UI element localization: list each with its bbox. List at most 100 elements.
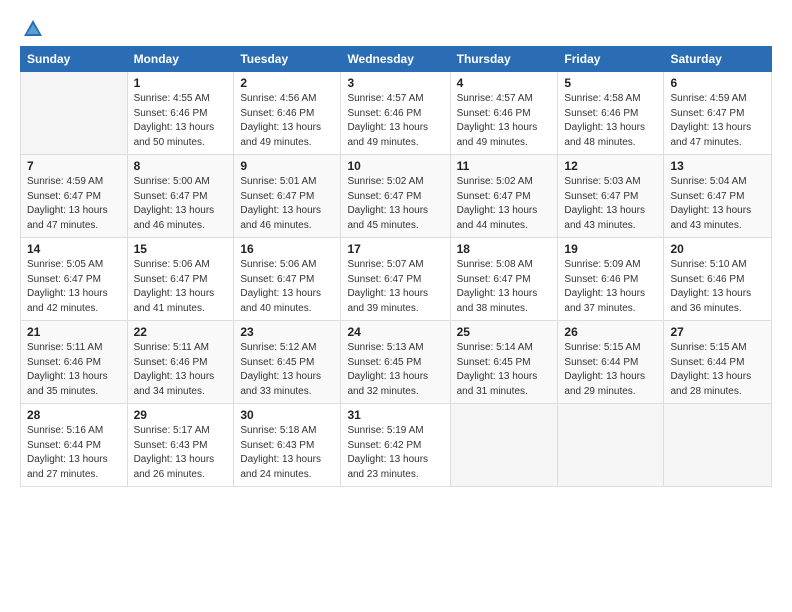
week-row-1: 1 Sunrise: 4:55 AM Sunset: 6:46 PM Daylig… bbox=[21, 72, 772, 155]
day-number: 5 bbox=[564, 76, 657, 90]
day-number: 22 bbox=[134, 325, 228, 339]
col-header-sunday: Sunday bbox=[21, 47, 128, 72]
day-info: Sunrise: 4:56 AM Sunset: 6:46 PM Dayligh… bbox=[240, 92, 334, 150]
week-row-3: 14 Sunrise: 5:05 AM Sunset: 6:47 PM Dayli… bbox=[21, 238, 772, 321]
calendar-cell: 1 Sunrise: 4:55 AM Sunset: 6:46 PM Daylig… bbox=[127, 72, 234, 155]
day-number: 21 bbox=[27, 325, 121, 339]
day-number: 23 bbox=[240, 325, 334, 339]
day-info: Sunrise: 4:58 AM Sunset: 6:46 PM Dayligh… bbox=[564, 92, 657, 150]
day-info: Sunrise: 5:18 AM Sunset: 6:43 PM Dayligh… bbox=[240, 424, 334, 482]
day-number: 30 bbox=[240, 408, 334, 422]
calendar-cell: 9 Sunrise: 5:01 AM Sunset: 6:47 PM Daylig… bbox=[234, 155, 341, 238]
week-row-4: 21 Sunrise: 5:11 AM Sunset: 6:46 PM Dayli… bbox=[21, 321, 772, 404]
day-info: Sunrise: 5:00 AM Sunset: 6:47 PM Dayligh… bbox=[134, 175, 228, 233]
day-info: Sunrise: 4:57 AM Sunset: 6:46 PM Dayligh… bbox=[347, 92, 443, 150]
day-info: Sunrise: 4:59 AM Sunset: 6:47 PM Dayligh… bbox=[27, 175, 121, 233]
calendar-cell bbox=[450, 404, 558, 487]
calendar-cell: 30 Sunrise: 5:18 AM Sunset: 6:43 PM Dayli… bbox=[234, 404, 341, 487]
day-number: 11 bbox=[457, 159, 552, 173]
col-header-friday: Friday bbox=[558, 47, 664, 72]
day-info: Sunrise: 5:01 AM Sunset: 6:47 PM Dayligh… bbox=[240, 175, 334, 233]
calendar-cell: 5 Sunrise: 4:58 AM Sunset: 6:46 PM Daylig… bbox=[558, 72, 664, 155]
day-number: 16 bbox=[240, 242, 334, 256]
day-info: Sunrise: 5:15 AM Sunset: 6:44 PM Dayligh… bbox=[564, 341, 657, 399]
calendar-cell: 6 Sunrise: 4:59 AM Sunset: 6:47 PM Daylig… bbox=[664, 72, 772, 155]
day-number: 2 bbox=[240, 76, 334, 90]
header bbox=[20, 18, 772, 36]
calendar-cell: 22Sunrise: 5:11 AM Sunset: 6:46 PM Dayli… bbox=[127, 321, 234, 404]
calendar-cell: 24 Sunrise: 5:13 AM Sunset: 6:45 PM Dayli… bbox=[341, 321, 450, 404]
col-header-thursday: Thursday bbox=[450, 47, 558, 72]
calendar-cell: 3 Sunrise: 4:57 AM Sunset: 6:46 PM Daylig… bbox=[341, 72, 450, 155]
logo-icon bbox=[22, 18, 44, 40]
logo bbox=[20, 18, 44, 36]
day-info: Sunrise: 5:10 AM Sunset: 6:46 PM Dayligh… bbox=[670, 258, 765, 316]
calendar-cell: 8 Sunrise: 5:00 AM Sunset: 6:47 PM Daylig… bbox=[127, 155, 234, 238]
day-info: Sunrise: 5:19 AM Sunset: 6:42 PM Dayligh… bbox=[347, 424, 443, 482]
day-info: Sunrise: 4:59 AM Sunset: 6:47 PM Dayligh… bbox=[670, 92, 765, 150]
day-info: Sunrise: 5:07 AM Sunset: 6:47 PM Dayligh… bbox=[347, 258, 443, 316]
day-info: Sunrise: 5:13 AM Sunset: 6:45 PM Dayligh… bbox=[347, 341, 443, 399]
day-number: 19 bbox=[564, 242, 657, 256]
calendar-cell: 13 Sunrise: 5:04 AM Sunset: 6:47 PM Dayli… bbox=[664, 155, 772, 238]
day-info: Sunrise: 5:11 AM Sunset: 6:46 PM Dayligh… bbox=[27, 341, 121, 399]
calendar-cell: 20 Sunrise: 5:10 AM Sunset: 6:46 PM Dayli… bbox=[664, 238, 772, 321]
day-info: Sunrise: 5:16 AM Sunset: 6:44 PM Dayligh… bbox=[27, 424, 121, 482]
day-number: 27 bbox=[670, 325, 765, 339]
day-info: Sunrise: 4:55 AM Sunset: 6:46 PM Dayligh… bbox=[134, 92, 228, 150]
day-info: Sunrise: 5:02 AM Sunset: 6:47 PM Dayligh… bbox=[347, 175, 443, 233]
calendar-cell: 31Sunrise: 5:19 AM Sunset: 6:42 PM Dayli… bbox=[341, 404, 450, 487]
day-number: 14 bbox=[27, 242, 121, 256]
calendar-cell: 15 Sunrise: 5:06 AM Sunset: 6:47 PM Dayli… bbox=[127, 238, 234, 321]
day-info: Sunrise: 4:57 AM Sunset: 6:46 PM Dayligh… bbox=[457, 92, 552, 150]
col-header-wednesday: Wednesday bbox=[341, 47, 450, 72]
day-number: 15 bbox=[134, 242, 228, 256]
day-number: 6 bbox=[670, 76, 765, 90]
day-info: Sunrise: 5:02 AM Sunset: 6:47 PM Dayligh… bbox=[457, 175, 552, 233]
day-info: Sunrise: 5:14 AM Sunset: 6:45 PM Dayligh… bbox=[457, 341, 552, 399]
day-info: Sunrise: 5:09 AM Sunset: 6:46 PM Dayligh… bbox=[564, 258, 657, 316]
calendar-cell: 7Sunrise: 4:59 AM Sunset: 6:47 PM Daylig… bbox=[21, 155, 128, 238]
col-header-tuesday: Tuesday bbox=[234, 47, 341, 72]
calendar-cell: 11 Sunrise: 5:02 AM Sunset: 6:47 PM Dayli… bbox=[450, 155, 558, 238]
day-number: 10 bbox=[347, 159, 443, 173]
calendar-table: SundayMondayTuesdayWednesdayThursdayFrid… bbox=[20, 46, 772, 487]
calendar-cell: 27Sunrise: 5:15 AM Sunset: 6:44 PM Dayli… bbox=[664, 321, 772, 404]
day-number: 26 bbox=[564, 325, 657, 339]
day-number: 24 bbox=[347, 325, 443, 339]
calendar-cell: 25 Sunrise: 5:14 AM Sunset: 6:45 PM Dayli… bbox=[450, 321, 558, 404]
day-info: Sunrise: 5:06 AM Sunset: 6:47 PM Dayligh… bbox=[134, 258, 228, 316]
day-number: 1 bbox=[134, 76, 228, 90]
day-number: 12 bbox=[564, 159, 657, 173]
calendar-cell bbox=[558, 404, 664, 487]
calendar-cell bbox=[664, 404, 772, 487]
calendar-cell: 14 Sunrise: 5:05 AM Sunset: 6:47 PM Dayli… bbox=[21, 238, 128, 321]
day-number: 9 bbox=[240, 159, 334, 173]
calendar-cell: 23Sunrise: 5:12 AM Sunset: 6:45 PM Dayli… bbox=[234, 321, 341, 404]
calendar-cell: 2 Sunrise: 4:56 AM Sunset: 6:46 PM Daylig… bbox=[234, 72, 341, 155]
day-info: Sunrise: 5:17 AM Sunset: 6:43 PM Dayligh… bbox=[134, 424, 228, 482]
day-info: Sunrise: 5:06 AM Sunset: 6:47 PM Dayligh… bbox=[240, 258, 334, 316]
calendar-cell: 16 Sunrise: 5:06 AM Sunset: 6:47 PM Dayli… bbox=[234, 238, 341, 321]
calendar-cell: 10 Sunrise: 5:02 AM Sunset: 6:47 PM Dayli… bbox=[341, 155, 450, 238]
calendar-cell bbox=[21, 72, 128, 155]
day-number: 29 bbox=[134, 408, 228, 422]
calendar-cell: 12 Sunrise: 5:03 AM Sunset: 6:47 PM Dayli… bbox=[558, 155, 664, 238]
calendar-cell: 21 Sunrise: 5:11 AM Sunset: 6:46 PM Dayli… bbox=[21, 321, 128, 404]
day-info: Sunrise: 5:04 AM Sunset: 6:47 PM Dayligh… bbox=[670, 175, 765, 233]
week-row-5: 28Sunrise: 5:16 AM Sunset: 6:44 PM Dayli… bbox=[21, 404, 772, 487]
calendar-cell: 29 Sunrise: 5:17 AM Sunset: 6:43 PM Dayli… bbox=[127, 404, 234, 487]
day-number: 8 bbox=[134, 159, 228, 173]
day-number: 20 bbox=[670, 242, 765, 256]
day-number: 18 bbox=[457, 242, 552, 256]
page: SundayMondayTuesdayWednesdayThursdayFrid… bbox=[0, 0, 792, 497]
week-row-2: 7Sunrise: 4:59 AM Sunset: 6:47 PM Daylig… bbox=[21, 155, 772, 238]
day-number: 4 bbox=[457, 76, 552, 90]
day-number: 3 bbox=[347, 76, 443, 90]
day-info: Sunrise: 5:03 AM Sunset: 6:47 PM Dayligh… bbox=[564, 175, 657, 233]
day-number: 25 bbox=[457, 325, 552, 339]
day-info: Sunrise: 5:05 AM Sunset: 6:47 PM Dayligh… bbox=[27, 258, 121, 316]
calendar-cell: 19 Sunrise: 5:09 AM Sunset: 6:46 PM Dayli… bbox=[558, 238, 664, 321]
header-row: SundayMondayTuesdayWednesdayThursdayFrid… bbox=[21, 47, 772, 72]
day-number: 13 bbox=[670, 159, 765, 173]
